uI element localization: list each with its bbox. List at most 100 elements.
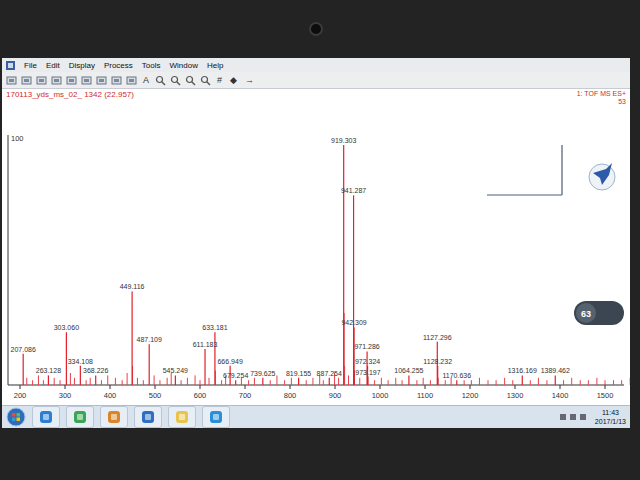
tray-icons[interactable] [559, 412, 589, 422]
peak[interactable] [367, 377, 368, 385]
minor-peak [137, 378, 138, 385]
overlay-badge[interactable]: 63 [574, 301, 624, 325]
menu-item[interactable]: Help [207, 61, 223, 70]
taskbar-app[interactable] [66, 406, 94, 428]
menu-item[interactable]: Display [69, 61, 95, 70]
taskbar-app[interactable] [134, 406, 162, 428]
zoom-icon[interactable] [170, 75, 181, 86]
peak-label: 1389.462 [541, 367, 570, 374]
peak[interactable] [262, 378, 263, 385]
peak-label: 666.949 [217, 358, 242, 365]
peak[interactable] [235, 380, 236, 385]
peak[interactable] [343, 145, 344, 385]
peak[interactable] [329, 378, 330, 385]
peak[interactable] [456, 380, 457, 385]
menu-item[interactable]: Edit [46, 61, 60, 70]
minor-peak [32, 380, 33, 385]
x-tick: 300 [59, 385, 72, 400]
taskbar-app[interactable] [100, 406, 128, 428]
minor-peak [319, 375, 320, 385]
peak-label: 334.108 [68, 358, 93, 365]
app-icon [140, 409, 156, 425]
minor-peak [122, 380, 123, 385]
minor-peak [605, 380, 606, 385]
menu-item[interactable]: File [24, 61, 37, 70]
minor-peak [416, 380, 417, 385]
peak[interactable] [522, 375, 523, 385]
tool-icon[interactable] [51, 75, 62, 86]
tool-icon[interactable] [21, 75, 32, 86]
peak[interactable] [80, 366, 81, 385]
minor-peak [306, 380, 307, 385]
taskbar-app[interactable] [32, 406, 60, 428]
minor-peak [395, 378, 396, 385]
peak[interactable] [353, 327, 354, 385]
peak-label: 1128.232 [423, 358, 452, 365]
peak[interactable] [204, 349, 205, 385]
svg-text:1300: 1300 [507, 391, 524, 400]
zoom-icon[interactable] [200, 75, 211, 86]
minor-peak [221, 380, 222, 385]
toolbar-button[interactable]: A [141, 75, 151, 85]
peak-label: 679.254 [223, 372, 248, 379]
spectrum-plot[interactable]: 1002003004005006007008009001000110012001… [2, 105, 630, 405]
minor-peak [54, 378, 55, 385]
app-icon [72, 409, 88, 425]
minor-peak [200, 380, 201, 385]
x-tick: 400 [104, 385, 117, 400]
start-button-icon[interactable] [6, 407, 26, 427]
peak[interactable] [298, 378, 299, 385]
toolbar-button[interactable]: # [215, 75, 224, 85]
tool-icon[interactable] [81, 75, 92, 86]
peak[interactable] [408, 375, 409, 385]
minor-peak [291, 378, 292, 385]
tool-icon[interactable] [111, 75, 122, 86]
taskbar-app[interactable] [168, 406, 196, 428]
menu-item[interactable]: Window [170, 61, 198, 70]
menu-item[interactable]: Tools [142, 61, 161, 70]
tool-icon[interactable] [6, 75, 17, 86]
peak-label: 449.116 [120, 283, 145, 290]
taskbar: 11:432017/1/13 [2, 405, 630, 428]
bottom-bezel [2, 428, 630, 480]
peak[interactable] [149, 344, 150, 385]
minor-peak [496, 380, 497, 385]
zoom-icon[interactable] [155, 75, 166, 86]
minor-peak [338, 378, 339, 385]
minor-peak [471, 380, 472, 385]
peak[interactable] [175, 375, 176, 385]
tool-icon[interactable] [66, 75, 77, 86]
tool-icon[interactable] [126, 75, 137, 86]
peak[interactable] [48, 375, 49, 385]
toolbar: A # ◆ → [2, 72, 630, 89]
peak-label: 1064.255 [394, 367, 423, 374]
y-axis-max: 100 [11, 134, 24, 143]
minor-peak [107, 375, 108, 385]
spectrum-chart: 1002003004005006007008009001000110012001… [2, 105, 630, 405]
svg-text:200: 200 [14, 391, 27, 400]
minor-peak [488, 380, 489, 385]
app-icon [208, 409, 224, 425]
svg-text:1200: 1200 [462, 391, 479, 400]
peak[interactable] [132, 291, 133, 385]
peak[interactable] [353, 195, 354, 385]
peak[interactable] [437, 366, 438, 385]
peak[interactable] [23, 354, 24, 385]
tool-icon[interactable] [36, 75, 47, 86]
toolbar-button[interactable]: → [243, 75, 256, 85]
minor-peak [154, 375, 155, 385]
peak-label: 973.197 [355, 369, 380, 376]
peak-label: 819.155 [286, 370, 311, 377]
toolbar-button[interactable]: ◆ [228, 75, 239, 85]
peak[interactable] [555, 375, 556, 385]
clock-time: 11:43 [602, 408, 619, 417]
spectrum-header: 170113_yds_ms_02_ 1342 (22.957)1: TOF MS… [2, 89, 630, 105]
menu-item[interactable]: Process [104, 61, 133, 70]
tool-icon[interactable] [96, 75, 107, 86]
zoom-icon[interactable] [185, 75, 196, 86]
peak[interactable] [95, 375, 96, 385]
peak-label: 303.060 [54, 324, 79, 331]
minor-peak [26, 378, 27, 385]
taskbar-app[interactable] [202, 406, 230, 428]
clock[interactable]: 11:432017/1/13 [595, 408, 626, 426]
